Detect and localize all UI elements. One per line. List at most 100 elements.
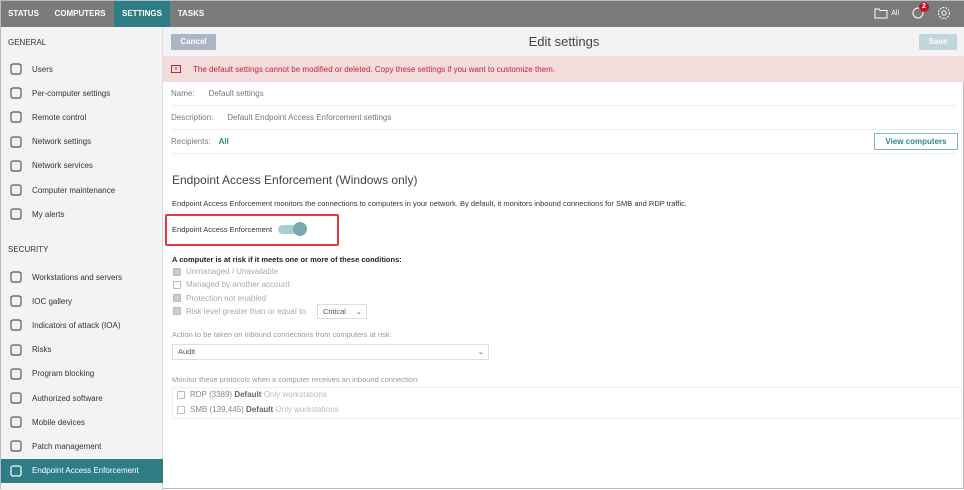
top-nav: STATUS COMPUTERS SETTINGS TASKS All 2 <box>1 1 964 27</box>
tab-settings[interactable]: SETTINGS <box>114 1 170 27</box>
condition-label: Protection not enabled <box>186 293 267 303</box>
mobile-icon <box>10 416 22 428</box>
protocol-row: RDP (3389) Default Only workstations <box>177 390 327 399</box>
action-value: Audit <box>178 347 196 356</box>
sidebar-item-label: My alerts <box>32 209 65 219</box>
folder-filter-button[interactable]: All <box>874 8 899 19</box>
action-select[interactable]: Audit ⌄ <box>172 344 489 360</box>
globe-icon <box>10 135 22 148</box>
tab-tasks[interactable]: TASKS <box>170 1 212 27</box>
description-label: Description: <box>171 113 214 122</box>
page-title: Edit settings <box>528 34 600 49</box>
notifications-badge: 2 <box>919 2 929 12</box>
recipients-link[interactable]: All <box>219 137 229 146</box>
condition-label: Managed by another account <box>186 280 290 290</box>
alert-icon <box>171 64 181 73</box>
protocol-tag: Default <box>246 405 274 414</box>
sidebar-item-workstations-and-servers[interactable]: Workstations and servers <box>1 265 163 289</box>
workstation-icon <box>10 271 22 283</box>
view-computers-button[interactable]: View computers <box>874 133 958 150</box>
sidebar-item-ioc-gallery[interactable]: IOC gallery <box>1 289 163 313</box>
gear-icon[interactable] <box>937 6 951 20</box>
main-panel: Cancel Edit settings Save The default se… <box>163 27 964 490</box>
recipients-row: Recipients: All View computers <box>171 130 958 154</box>
sidebar-item-patch-management[interactable]: Patch management <box>1 434 163 458</box>
banner-text: The default settings cannot be modified … <box>193 64 555 74</box>
chevron-down-icon: ⌄ <box>355 307 362 316</box>
sidebar-item-label: Risks <box>32 345 52 355</box>
description-value: Default Endpoint Access Enforcement sett… <box>227 113 392 122</box>
toggle-row: Endpoint Access Enforcement <box>172 222 308 236</box>
ioc-search-icon <box>10 295 22 307</box>
eae-toggle[interactable] <box>278 222 308 236</box>
warning-icon <box>10 208 22 220</box>
condition-row: Protection not enabled <box>173 294 266 303</box>
sidebar-item-label: Network services <box>32 161 93 171</box>
protocol-name: RDP (3389) <box>190 390 233 399</box>
name-row: Name: Default settings <box>171 82 957 106</box>
name-value: Default settings <box>208 89 264 98</box>
conditions-heading: A computer is at risk if it meets one or… <box>172 255 402 264</box>
description-row: Description: Default Endpoint Access Enfo… <box>171 106 957 130</box>
sidebar-item-users[interactable]: Users <box>1 57 163 81</box>
sidebar: GENERAL Users Per-computer settings Remote… <box>1 27 163 490</box>
condition-label: Unmanaged / Unavailable <box>186 267 279 276</box>
protocol-name: SMB (139,445) <box>190 405 244 414</box>
sidebar-item-label: Users <box>32 64 53 74</box>
folder-label: All <box>891 9 899 17</box>
protocol-note: Only workstations <box>263 390 327 399</box>
condition-row: Managed by another account <box>173 280 290 289</box>
monitor-icon <box>10 111 22 123</box>
tab-status[interactable]: STATUS <box>1 1 46 27</box>
sidebar-item-remote-control[interactable]: Remote control <box>1 105 163 129</box>
sidebar-item-authorized-software[interactable]: Authorized software <box>1 386 163 410</box>
sidebar-heading-general: GENERAL <box>8 38 47 47</box>
recipients-label: Recipients: <box>171 137 211 146</box>
risk-icon <box>10 343 22 356</box>
users-icon <box>10 63 22 75</box>
server-icon <box>10 160 22 172</box>
condition-checkbox[interactable] <box>173 280 181 289</box>
sidebar-item-computer-maintenance[interactable]: Computer maintenance <box>1 178 163 202</box>
network-tree-icon <box>10 464 22 477</box>
notifications-button[interactable]: 2 <box>911 2 929 20</box>
sidebar-item-label: Program blocking <box>32 369 95 379</box>
protocol-checkbox[interactable] <box>177 390 185 399</box>
per-computer-icon <box>10 87 22 99</box>
ioa-icon <box>10 319 22 331</box>
section-title: Endpoint Access Enforcement (Windows onl… <box>172 173 418 187</box>
sidebar-item-network-services[interactable]: Network services <box>1 154 163 178</box>
sidebar-heading-security: SECURITY <box>8 245 49 254</box>
sidebar-item-label: Authorized software <box>32 393 103 403</box>
sidebar-item-risks[interactable]: Risks <box>1 338 163 362</box>
condition-checkbox[interactable] <box>173 307 181 316</box>
condition-checkbox[interactable] <box>173 294 181 303</box>
warning-banner: The default settings cannot be modified … <box>163 56 964 82</box>
risk-level-value: Critical <box>323 307 346 316</box>
protocols-label: Monitor these protocols when a computer … <box>172 375 420 384</box>
sidebar-item-indicators-of-attack-ioa[interactable]: Indicators of attack (IOA) <box>1 313 163 337</box>
folder-icon <box>874 8 888 18</box>
risk-level-select[interactable]: Critical ⌄ <box>317 304 367 319</box>
tab-computers[interactable]: COMPUTERS <box>46 1 114 27</box>
sidebar-item-mobile-devices[interactable]: Mobile devices <box>1 410 163 434</box>
maintenance-icon <box>10 184 22 196</box>
check-circle-icon <box>10 392 22 404</box>
sidebar-item-endpoint-access-enforcement[interactable]: Endpoint Access Enforcement <box>1 458 163 483</box>
save-button[interactable]: Save <box>919 34 957 50</box>
window-icon <box>10 368 22 380</box>
condition-row: Unmanaged / Unavailable <box>173 267 278 276</box>
sidebar-item-label: Patch management <box>32 441 102 451</box>
sidebar-item-my-alerts[interactable]: My alerts <box>1 202 163 226</box>
sidebar-item-per-computer-settings[interactable]: Per-computer settings <box>1 81 163 105</box>
toggle-label: Endpoint Access Enforcement <box>172 225 273 234</box>
protocol-checkbox[interactable] <box>177 405 185 414</box>
protocol-note: Only workstations <box>275 405 339 414</box>
condition-row: Risk level greater than or equal to: <box>173 307 308 316</box>
sidebar-item-network-settings[interactable]: Network settings <box>1 130 163 154</box>
condition-checkbox[interactable] <box>173 267 181 276</box>
sidebar-item-program-blocking[interactable]: Program blocking <box>1 362 163 386</box>
sidebar-item-label: Indicators of attack (IOA) <box>32 320 121 330</box>
sidebar-item-label: Endpoint Access Enforcement <box>32 466 139 476</box>
protocols-box: RDP (3389) Default Only workstations SMB … <box>172 387 962 419</box>
